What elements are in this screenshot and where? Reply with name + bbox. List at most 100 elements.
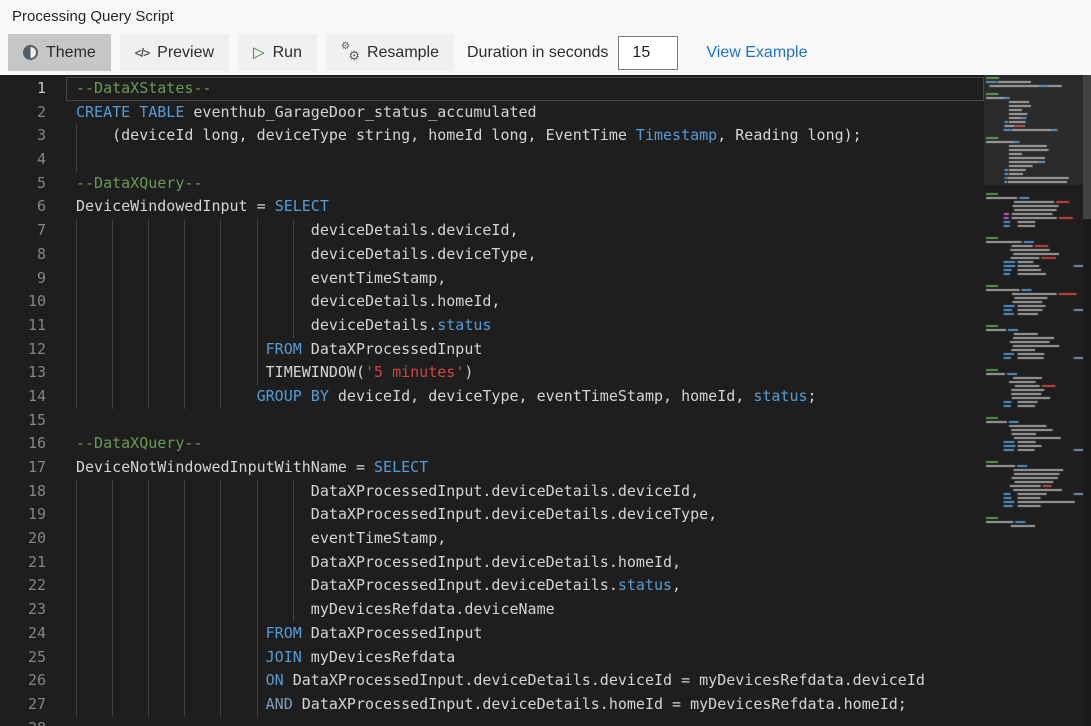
minimap[interactable]: [984, 75, 1083, 726]
indent-guide: [148, 361, 149, 385]
code-line[interactable]: 17DeviceNotWindowedInputWithName = SELEC…: [0, 456, 984, 480]
indent-guide: [76, 361, 77, 385]
indent-guide: [148, 243, 149, 267]
duration-input[interactable]: [618, 36, 678, 70]
line-number: 22: [0, 574, 46, 598]
code-line[interactable]: 20 eventTimeStamp,: [0, 527, 984, 551]
indent-guide: [220, 622, 221, 646]
indent-guide: [76, 267, 77, 291]
indent-guide: [257, 480, 258, 504]
preview-button-label: Preview: [157, 44, 214, 62]
code-line[interactable]: 4: [0, 148, 984, 172]
indent-guide: [184, 267, 185, 291]
indent-guide: [220, 669, 221, 693]
scrollbar-thumb[interactable]: [1083, 75, 1091, 219]
theme-button[interactable]: Theme: [8, 34, 111, 71]
code-line[interactable]: 10 deviceDetails.homeId,: [0, 290, 984, 314]
indent-guide: [148, 338, 149, 362]
code-line[interactable]: 24 FROM DataXProcessedInput: [0, 622, 984, 646]
run-button[interactable]: ▷ Run: [238, 34, 317, 71]
code-line[interactable]: 12 FROM DataXProcessedInput: [0, 338, 984, 362]
indent-guide: [76, 243, 77, 267]
code-line[interactable]: 21 DataXProcessedInput.deviceDetails.hom…: [0, 551, 984, 575]
indent-guide: [112, 669, 113, 693]
line-number: 28: [0, 717, 46, 726]
indent-guide: [257, 267, 258, 291]
indent-guide: [184, 574, 185, 598]
indent-guide: [184, 693, 185, 717]
indent-guide: [257, 646, 258, 670]
page-title: Processing Query Script: [12, 8, 174, 25]
line-number: 7: [0, 219, 46, 243]
code-line-text: [66, 409, 984, 433]
code-line[interactable]: 8 deviceDetails.deviceType,: [0, 243, 984, 267]
code-line-text: DeviceWindowedInput = SELECT: [66, 195, 984, 219]
code-line[interactable]: 15: [0, 409, 984, 433]
code-line[interactable]: 9 eventTimeStamp,: [0, 267, 984, 291]
indent-guide: [148, 480, 149, 504]
indent-guide: [148, 693, 149, 717]
code-line[interactable]: 18 DataXProcessedInput.deviceDetails.dev…: [0, 480, 984, 504]
line-number: 8: [0, 243, 46, 267]
code-line[interactable]: 3 (deviceId long, deviceType string, hom…: [0, 124, 984, 148]
code-line[interactable]: 19 DataXProcessedInput.deviceDetails.dev…: [0, 503, 984, 527]
indent-guide: [76, 527, 77, 551]
indent-guide: [293, 527, 294, 551]
code-line[interactable]: 16--DataXQuery--: [0, 432, 984, 456]
code-line-text: --DataXQuery--: [66, 432, 984, 456]
code-line[interactable]: 6DeviceWindowedInput = SELECT: [0, 195, 984, 219]
indent-guide: [257, 219, 258, 243]
code-line-text: DeviceNotWindowedInputWithName = SELECT: [66, 456, 984, 480]
indent-guide: [184, 385, 185, 409]
code-line[interactable]: 7 deviceDetails.deviceId,: [0, 219, 984, 243]
code-line-text: myDevicesRefdata.deviceName: [66, 598, 984, 622]
line-number: 27: [0, 693, 46, 717]
code-line[interactable]: 13 TIMEWINDOW('5 minutes'): [0, 361, 984, 385]
indent-guide: [76, 124, 77, 148]
code-line[interactable]: 22 DataXProcessedInput.deviceDetails.sta…: [0, 574, 984, 598]
resample-button-label: Resample: [367, 44, 439, 62]
indent-guide: [148, 314, 149, 338]
code-line[interactable]: 1--DataXStates--: [0, 77, 984, 101]
line-number: 20: [0, 527, 46, 551]
code-line[interactable]: 27 AND DataXProcessedInput.deviceDetails…: [0, 693, 984, 717]
code-line-text: FROM DataXProcessedInput: [66, 338, 984, 362]
indent-guide: [184, 646, 185, 670]
code-line[interactable]: 23 myDevicesRefdata.deviceName: [0, 598, 984, 622]
code-line-text: deviceDetails.deviceId,: [66, 219, 984, 243]
indent-guide: [112, 290, 113, 314]
indent-guide: [220, 527, 221, 551]
code-line-text: [66, 148, 984, 172]
indent-guide: [112, 646, 113, 670]
scrollbar-track[interactable]: [1083, 75, 1091, 726]
indent-guide: [220, 314, 221, 338]
code-line[interactable]: 11 deviceDetails.status: [0, 314, 984, 338]
resample-button[interactable]: ⚙⚙ Resample: [326, 34, 454, 71]
indent-guide: [220, 243, 221, 267]
view-example-link[interactable]: View Example: [706, 44, 807, 62]
indent-guide: [220, 480, 221, 504]
line-number: 10: [0, 290, 46, 314]
code-line[interactable]: 14 GROUP BY deviceId, deviceType, eventT…: [0, 385, 984, 409]
indent-guide: [112, 574, 113, 598]
indent-guide: [112, 338, 113, 362]
indent-guide: [112, 219, 113, 243]
indent-guide: [184, 243, 185, 267]
code-line[interactable]: 25 JOIN myDevicesRefdata: [0, 646, 984, 670]
code-line-text: deviceDetails.deviceType,: [66, 243, 984, 267]
indent-guide: [184, 290, 185, 314]
code-line[interactable]: 28: [0, 717, 984, 726]
code-line[interactable]: 2CREATE TABLE eventhub_GarageDoor_status…: [0, 101, 984, 125]
line-number: 19: [0, 503, 46, 527]
preview-button[interactable]: </> Preview: [120, 34, 229, 71]
code-line-text: FROM DataXProcessedInput: [66, 622, 984, 646]
code-line[interactable]: 5--DataXQuery--: [0, 172, 984, 196]
code-area[interactable]: 1--DataXStates--2CREATE TABLE eventhub_G…: [0, 75, 984, 726]
code-line[interactable]: 26 ON DataXProcessedInput.deviceDetails.…: [0, 669, 984, 693]
line-number: 4: [0, 148, 46, 172]
indent-guide: [148, 267, 149, 291]
code-line-text: AND DataXProcessedInput.deviceDetails.ho…: [66, 693, 984, 717]
line-number: 21: [0, 551, 46, 575]
theme-button-label: Theme: [46, 44, 96, 62]
indent-guide: [148, 527, 149, 551]
